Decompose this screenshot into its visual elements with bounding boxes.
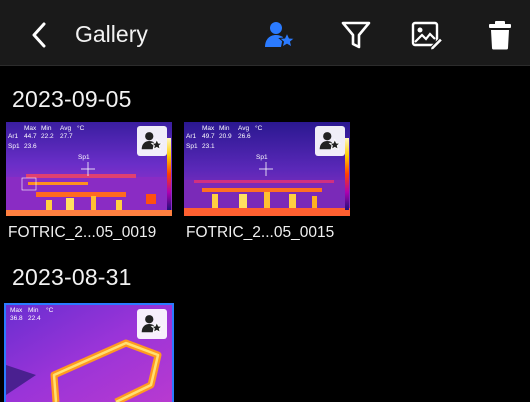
gallery-thumbnail[interactable]: Max Min Avg °C Ar1 44.7 22.2 27.7 Sp1 23… <box>6 122 172 216</box>
measure-spot-label: Sp1 <box>186 143 198 150</box>
measure-area-label: Ar1 <box>8 133 19 140</box>
measure-spot-label: Sp1 <box>8 143 20 150</box>
measure-value: 22.2 <box>41 133 54 140</box>
favorite-user-star-icon <box>141 315 163 334</box>
trash-icon <box>489 21 511 50</box>
edit-image-button[interactable] <box>411 19 443 51</box>
temperature-scale-bar <box>345 138 349 210</box>
favorite-user-star-icon <box>319 132 341 151</box>
temperature-scale-bar <box>167 138 171 210</box>
measure-label: Avg <box>60 125 72 132</box>
measure-label: Min <box>41 125 52 132</box>
measure-unit: °C <box>46 307 54 314</box>
section-date-header: 2023-09-05 <box>12 86 132 112</box>
measure-unit: °C <box>77 125 85 132</box>
favorite-filter-button[interactable] <box>264 19 296 51</box>
back-button[interactable] <box>26 20 52 50</box>
filter-funnel-icon <box>341 21 371 49</box>
gallery-thumbnail-selected[interactable]: Max Min °C 36.8 22.4 <box>4 303 174 402</box>
measure-label: Min <box>219 125 230 132</box>
measure-label: Max <box>202 125 215 132</box>
top-app-bar: Gallery <box>0 0 530 66</box>
favorite-badge[interactable] <box>137 309 167 339</box>
delete-button[interactable] <box>484 19 516 51</box>
measure-value: 49.7 <box>202 133 215 140</box>
back-chevron-icon <box>32 22 46 48</box>
filter-button[interactable] <box>340 19 372 51</box>
measure-value: 20.9 <box>219 133 232 140</box>
favorite-user-star-icon <box>141 132 163 151</box>
measure-value: 36.8 <box>10 315 23 322</box>
measure-value: 27.7 <box>60 133 73 140</box>
spot-marker-label: Sp1 <box>256 154 268 161</box>
measure-label: Min <box>28 307 39 314</box>
measure-value: 26.6 <box>238 133 251 140</box>
measure-label: Max <box>24 125 37 132</box>
measure-value: 23.6 <box>24 143 37 150</box>
measure-value: 22.4 <box>28 315 41 322</box>
gallery-thumbnail[interactable]: Max Min Avg °C Ar1 49.7 20.9 26.6 Sp1 23… <box>184 122 350 216</box>
measure-label: Avg <box>238 125 250 132</box>
measure-value: 23.1 <box>202 143 215 150</box>
measure-label: Max <box>10 307 23 314</box>
measure-value: 44.7 <box>24 133 37 140</box>
edit-image-icon <box>411 21 443 50</box>
favorite-user-star-icon <box>265 22 296 49</box>
thumbnail-caption: FOTRIC_2...05_0019 <box>8 224 157 241</box>
measure-unit: °C <box>255 125 263 132</box>
measure-area-label: Ar1 <box>186 133 197 140</box>
spot-marker-label: Sp1 <box>78 154 90 161</box>
favorite-badge[interactable] <box>137 126 167 156</box>
favorite-badge[interactable] <box>315 126 345 156</box>
page-title: Gallery <box>75 21 148 47</box>
thumbnail-caption: FOTRIC_2...05_0015 <box>186 224 335 241</box>
section-date-header: 2023-08-31 <box>12 264 132 290</box>
